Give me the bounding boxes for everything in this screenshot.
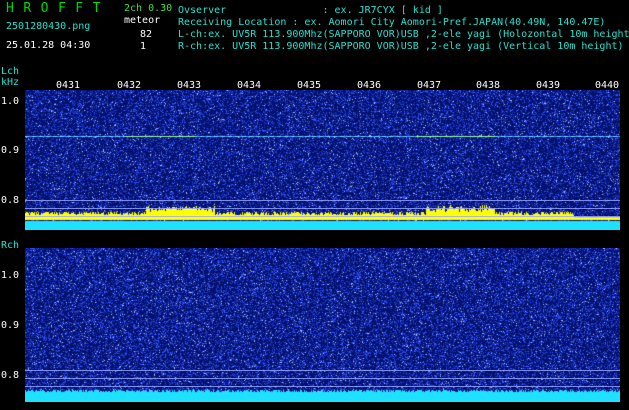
lch-ytick-0.8: 0.8 xyxy=(1,195,20,206)
lch-unit: kHz xyxy=(1,77,20,88)
rch-guide-line xyxy=(25,386,620,387)
rch-label: Rch xyxy=(1,240,20,251)
meteor-label: meteor xyxy=(124,15,161,26)
rch-guide-line xyxy=(25,370,620,371)
mode-label: 2ch 0.30 xyxy=(124,3,173,14)
observer-line: Ovserver : ex. JR7CYX [ kid ] xyxy=(178,5,443,16)
rch-guide-line xyxy=(25,378,620,379)
date-time: 25.01.28 04:30 xyxy=(6,40,91,51)
rch-info-line: R-ch:ex. UV5R 113.900Mhz(SAPPORO VOR)USB… xyxy=(178,41,624,52)
lch-guide-line xyxy=(25,216,620,217)
lch-ytick-1.0: 1.0 xyxy=(1,96,20,107)
rch-ytick-0.9: 0.9 xyxy=(1,320,20,331)
lch-guide-line xyxy=(25,200,620,201)
lch-waterfall xyxy=(25,90,620,230)
app-logo: HROFFT xyxy=(6,1,110,16)
location-line: Receiving Location : ex. Aomori City Aom… xyxy=(178,17,606,28)
rch-spectrogram xyxy=(25,248,620,402)
lch-info-line: L-ch:ex. UV5R 113.900Mhz(SAPPORO VOR)USB… xyxy=(178,29,629,40)
lch-ytick-0.9: 0.9 xyxy=(1,145,20,156)
lch-guide-line xyxy=(25,208,620,209)
file-name: 2501280430.png xyxy=(6,21,91,32)
lch-spectrogram xyxy=(25,90,620,230)
meteor-count-l: 82 xyxy=(140,29,153,40)
meteor-count-r: 1 xyxy=(140,41,147,52)
lch-label: Lch xyxy=(1,66,20,77)
rch-ytick-0.8: 0.8 xyxy=(1,370,20,381)
rch-ytick-1.0: 1.0 xyxy=(1,270,20,281)
